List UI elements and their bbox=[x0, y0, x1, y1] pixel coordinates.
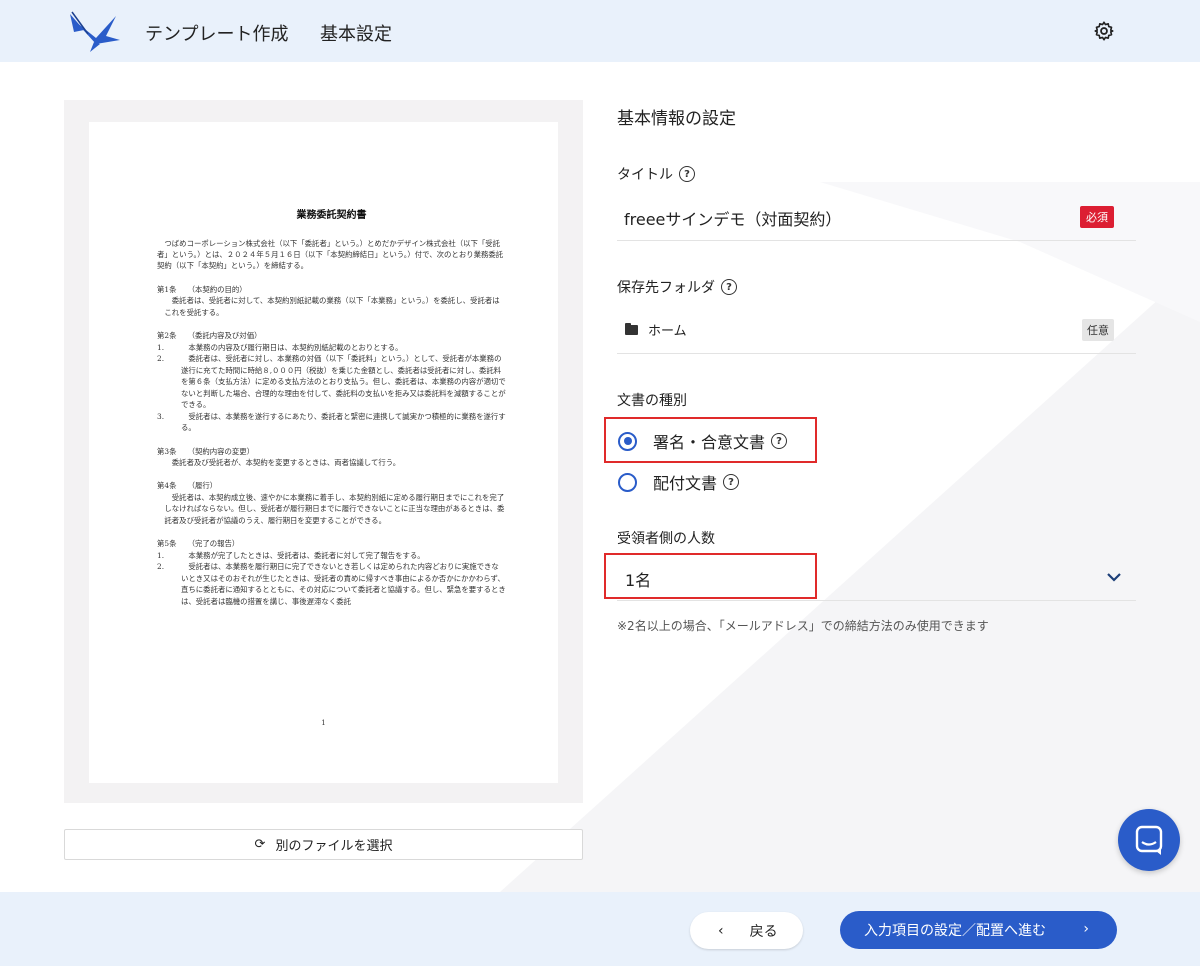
document-article: 第2条 （委託内容及び対価） 1. 本業務の内容及び履行期日は、本契約別紙記載のとお… bbox=[157, 330, 506, 433]
folder-icon bbox=[625, 322, 638, 335]
help-icon[interactable]: ? bbox=[771, 433, 788, 449]
select-another-file-button[interactable]: ⟳ 別のファイルを選択 bbox=[64, 829, 583, 860]
refresh-icon: ⟳ bbox=[254, 837, 266, 852]
highlight-box-recipients bbox=[604, 553, 817, 599]
help-icon[interactable]: ? bbox=[721, 279, 737, 295]
radio-checked-icon[interactable] bbox=[618, 431, 637, 451]
article-item: 1. 本業務の内容及び履行期日は、本契約別紙記載のとおりとする。 bbox=[157, 342, 403, 352]
article-paragraph: 受託者は、本契約成立後、速やかに本業務に着手し、本契約別紙に定める履行期日までに… bbox=[164, 492, 505, 525]
chevron-left-icon: ‹ bbox=[718, 922, 724, 939]
doc-type-label: 文書の種別 bbox=[617, 393, 687, 409]
document-article: 第5条 （完了の報告） 1. 本業務が完了したときは、受託者は、委託者に対して完了報… bbox=[157, 538, 506, 607]
document-title: 業務委託契約書 bbox=[296, 210, 367, 221]
section-title: 基本情報の設定 bbox=[617, 109, 736, 129]
next-button[interactable]: 入力項目の設定／配置へ進む › bbox=[840, 911, 1117, 949]
article-heading: 第3条 （契約内容の変更） bbox=[157, 446, 255, 456]
app-header: テンプレート作成 基本設定 bbox=[0, 0, 1200, 62]
article-item: 1. 本業務が完了したときは、受託者は、委託者に対して完了報告をする。 bbox=[157, 550, 425, 560]
document-preview: 業務委託契約書 つばめコーポレーション株式会社（以下「委託者」という。）とめだか… bbox=[64, 100, 583, 803]
article-item: 2. 受託者は、本業務を履行期日に完了できないとき若しくは定められた内容どおりに実… bbox=[157, 562, 506, 606]
radio-distribution[interactable]: 配付文書 ? bbox=[618, 470, 740, 494]
folder-value-text: ホーム bbox=[648, 324, 687, 339]
document-article: 第1条 （本契約の目的） 委託者は、受託者に対して、本契約別紙記載の業務（以下「本… bbox=[157, 284, 506, 318]
recipients-note: ※2名以上の場合、「メールアドレス」での締結方法のみ使用できます bbox=[617, 619, 989, 633]
folder-select[interactable]: ホーム 任意 bbox=[617, 310, 1136, 354]
help-icon[interactable]: ? bbox=[679, 166, 695, 182]
article-heading: 第5条 （完了の報告） bbox=[157, 539, 240, 549]
page-number: 1 bbox=[321, 719, 326, 727]
radio-distribution-label: 配付文書 bbox=[653, 474, 718, 493]
radio-sign-agreement-label: 署名・合意文書 bbox=[653, 433, 766, 452]
article-paragraph: 委託者及び受託者が、本契約を変更するときは、両者協議して行う。 bbox=[171, 458, 401, 467]
article-paragraph: 委託者は、受託者に対して、本契約別紙記載の業務（以下「本業務」という。）を委託し… bbox=[164, 296, 500, 317]
chevron-right-icon: › bbox=[1083, 921, 1089, 937]
chevron-down-icon[interactable] bbox=[1106, 569, 1122, 585]
swallow-logo-icon[interactable] bbox=[66, 8, 124, 54]
title-label: タイトル ? bbox=[617, 164, 695, 184]
article-item: 2. 委託者は、受託者に対し、本業務の対価（以下「委託料」という。）として、受託者… bbox=[157, 354, 506, 410]
radio-sign-agreement[interactable]: 署名・合意文書 ? bbox=[618, 429, 788, 453]
chat-icon bbox=[1135, 825, 1163, 855]
help-icon[interactable]: ? bbox=[723, 474, 740, 490]
document-intro: つばめコーポレーション株式会社（以下「委託者」という。）とめだかデザイン株式会社… bbox=[157, 238, 504, 271]
article-item: 3. 受託者は、本業務を遂行するにあたり、委託者と緊密に連携して誠実かつ積極的に業… bbox=[157, 411, 506, 433]
article-heading: 第4条 （履行） bbox=[157, 481, 218, 491]
required-badge: 必須 bbox=[1080, 206, 1114, 228]
recipients-label: 受領者側の人数 bbox=[617, 531, 715, 547]
title-label-text: タイトル bbox=[617, 167, 673, 183]
document-page: 業務委託契約書 つばめコーポレーション株式会社（以下「委託者」という。）とめだか… bbox=[89, 122, 558, 783]
next-button-label: 入力項目の設定／配置へ進む bbox=[864, 923, 1046, 939]
title-value: freeeサインデモ（対面契約） bbox=[624, 210, 842, 229]
gear-icon[interactable] bbox=[1093, 20, 1115, 42]
folder-label: 保存先フォルダ ? bbox=[617, 277, 737, 297]
chat-support-button[interactable] bbox=[1118, 809, 1180, 871]
document-article: 第4条 （履行） 受託者は、本契約成立後、速やかに本業務に着手し、本契約別紙に定め… bbox=[157, 480, 506, 526]
page-title: テンプレート作成 bbox=[145, 24, 289, 45]
folder-value: ホーム bbox=[625, 320, 687, 339]
page-subtitle: 基本設定 bbox=[320, 24, 392, 45]
back-button-label: 戻る bbox=[749, 923, 778, 940]
article-heading: 第1条 （本契約の目的） bbox=[157, 284, 247, 294]
optional-badge: 任意 bbox=[1082, 319, 1114, 341]
document-article: 第3条 （契約内容の変更） 委託者及び受託者が、本契約を変更するときは、両者協議し… bbox=[157, 446, 506, 469]
document-articles: 第1条 （本契約の目的） 委託者は、受託者に対して、本契約別紙記載の業務（以下「本… bbox=[157, 284, 506, 607]
back-button[interactable]: ‹ 戻る bbox=[690, 912, 803, 949]
title-input[interactable]: freeeサインデモ（対面契約） 必須 bbox=[617, 196, 1136, 241]
article-heading: 第2条 （委託内容及び対価） bbox=[157, 331, 262, 341]
folder-label-text: 保存先フォルダ bbox=[617, 280, 715, 296]
select-another-file-label: 別のファイルを選択 bbox=[275, 839, 393, 854]
radio-unchecked-icon[interactable] bbox=[618, 472, 637, 492]
